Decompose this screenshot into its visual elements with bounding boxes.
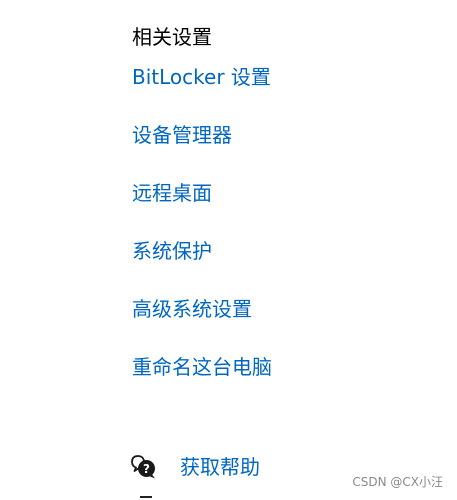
list-item: 系统保护 (132, 236, 272, 294)
get-help-link[interactable]: 获取帮助 (180, 452, 260, 482)
rename-this-pc-link[interactable]: 重命名这台电脑 (132, 352, 272, 382)
system-protection-link[interactable]: 系统保护 (132, 236, 212, 266)
remote-desktop-link[interactable]: 远程桌面 (132, 178, 212, 208)
bitlocker-settings-link[interactable]: BitLocker 设置 (132, 62, 271, 92)
device-manager-link[interactable]: 设备管理器 (132, 120, 232, 150)
list-item: 设备管理器 (132, 120, 272, 178)
feedback-icon (140, 494, 156, 500)
chat-help-icon: ? (130, 453, 158, 481)
list-item: 远程桌面 (132, 178, 272, 236)
watermark: CSDN @CX小汪 (352, 475, 443, 489)
related-settings-heading: 相关设置 (132, 25, 212, 49)
related-settings-list: BitLocker 设置 设备管理器 远程桌面 系统保护 高级系统设置 重命名这… (132, 62, 272, 410)
svg-text:?: ? (143, 462, 150, 476)
list-item: 重命名这台电脑 (132, 352, 272, 410)
list-item: BitLocker 设置 (132, 62, 272, 120)
list-item: 高级系统设置 (132, 294, 272, 352)
advanced-system-settings-link[interactable]: 高级系统设置 (132, 294, 252, 324)
get-help-row[interactable]: ? 获取帮助 (130, 450, 260, 484)
